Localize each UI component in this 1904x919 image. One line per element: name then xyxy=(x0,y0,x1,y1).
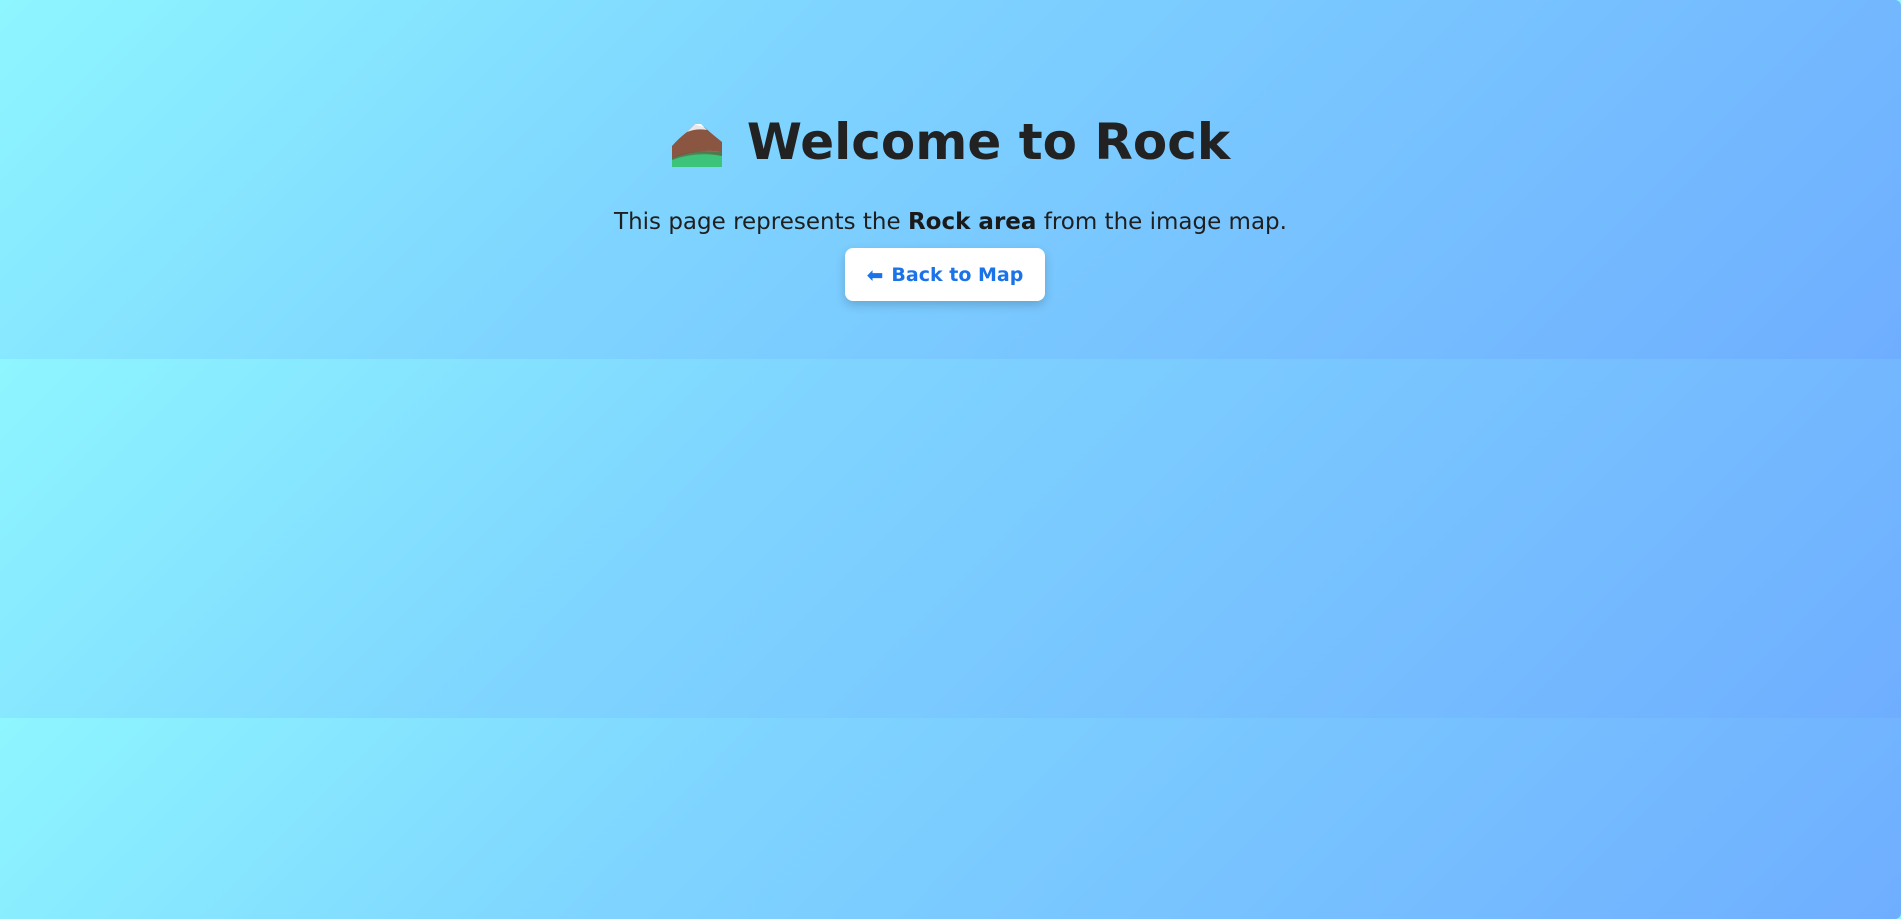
description-highlight: Rock area xyxy=(907,209,1037,235)
page-title-text: Welcome to Rock xyxy=(746,113,1231,171)
back-to-map-label: Back to Map xyxy=(891,263,1024,286)
left-arrow-icon: ⬅ xyxy=(866,262,884,287)
page-title: Welcome to Rock xyxy=(0,108,1901,176)
mountain-icon xyxy=(671,117,723,167)
back-to-map-button[interactable]: ⬅ Back to Map xyxy=(845,248,1045,301)
page-description: This page represents the Rock area from … xyxy=(0,207,1901,237)
description-suffix: from the image map. xyxy=(1036,209,1287,235)
background-band-bottom xyxy=(0,718,1901,919)
background-band-middle xyxy=(0,359,1901,718)
description-prefix: This page represents the xyxy=(614,209,908,235)
background-band-top xyxy=(0,0,1901,359)
